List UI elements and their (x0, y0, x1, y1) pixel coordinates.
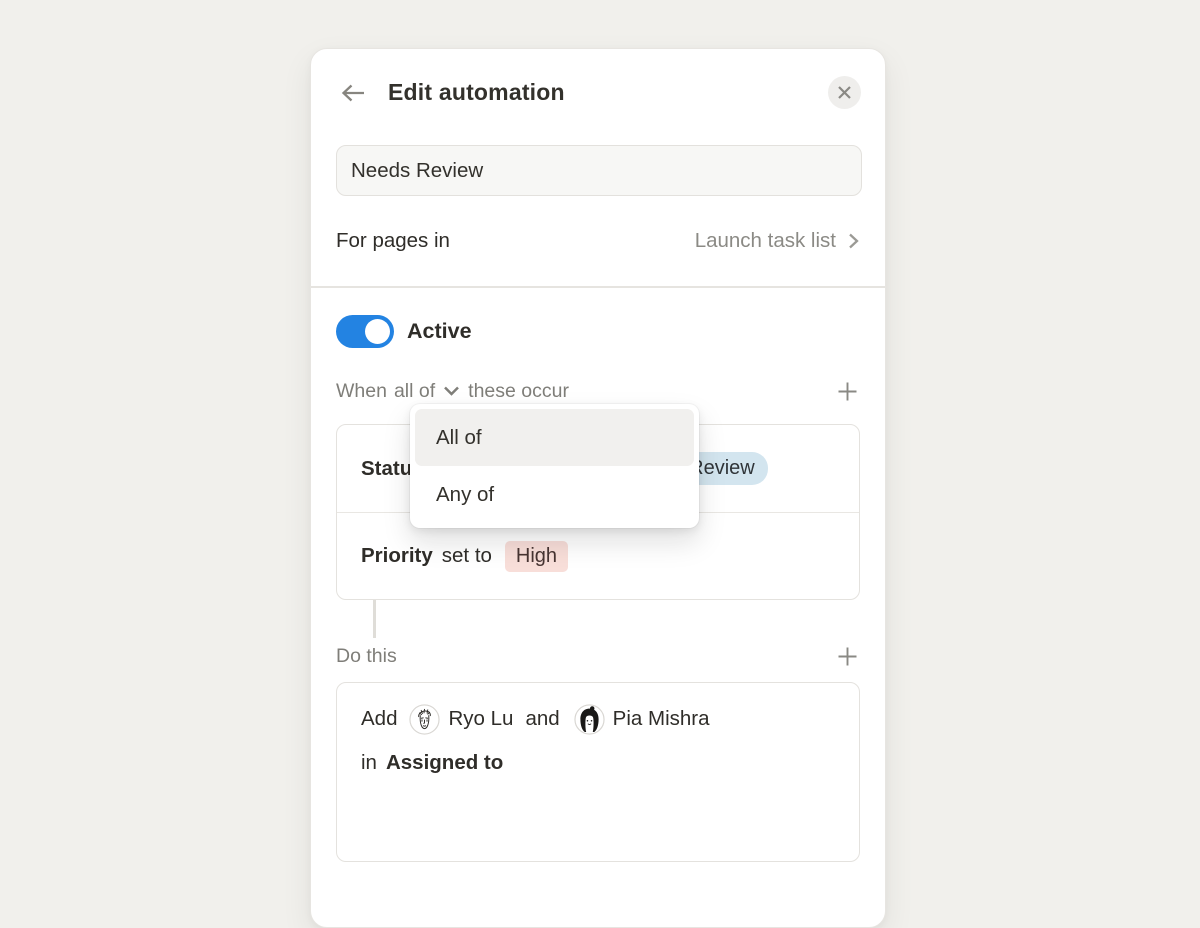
operator-value: all of (394, 380, 435, 403)
action-conjunction: and (525, 707, 559, 731)
page-title: Edit automation (388, 79, 565, 106)
action-verb: Add (361, 707, 397, 731)
active-toggle[interactable] (336, 315, 394, 348)
person-name: Ryo Lu (448, 707, 513, 731)
add-action-button[interactable] (835, 644, 860, 669)
edit-automation-dialog: Edit automation For pages in Launch task… (310, 48, 886, 928)
scope-value-text: Launch task list (695, 229, 836, 253)
priority-value-badge: High (505, 541, 568, 572)
dialog-header: Edit automation (311, 49, 885, 109)
section-divider (311, 286, 885, 288)
action-target-property: Assigned to (386, 751, 503, 775)
back-button[interactable] (339, 81, 367, 105)
plus-icon (835, 644, 860, 669)
action-section-row: Do this (336, 638, 860, 674)
automation-name-input[interactable] (336, 145, 862, 196)
operator-selector[interactable]: all of (394, 380, 461, 403)
condition-property: Priority (361, 544, 433, 568)
close-icon (836, 84, 853, 101)
ryo-lu-avatar (409, 704, 440, 735)
conditions-card: Status set to Needs Review Priority set … (336, 424, 860, 600)
active-label: Active (407, 319, 472, 344)
add-trigger-button[interactable] (835, 379, 860, 404)
pia-mishra-avatar (574, 704, 605, 735)
action-preposition: in (361, 751, 377, 775)
action-line-1: Add (361, 697, 835, 741)
menu-item-any-of[interactable]: Any of (415, 466, 694, 523)
menu-item-all-of[interactable]: All of (415, 409, 694, 466)
trigger-prefix: When (336, 380, 387, 403)
scope-label: For pages in (336, 229, 450, 253)
flow-connector-line (373, 600, 376, 638)
close-button[interactable] (828, 76, 861, 109)
active-row: Active (336, 315, 860, 348)
trigger-suffix: these occur (468, 380, 569, 403)
action-card[interactable]: Add (336, 682, 860, 862)
condition-verb: set to (442, 544, 492, 568)
arrow-left-icon (339, 81, 367, 105)
chevron-down-icon (442, 384, 461, 398)
action-line-2: in Assigned to (361, 741, 835, 785)
chevron-right-icon (847, 231, 860, 251)
scope-row[interactable]: For pages in Launch task list (336, 196, 860, 286)
operator-dropdown-menu: All of Any of (410, 404, 699, 528)
toggle-knob (365, 319, 390, 344)
scope-value: Launch task list (695, 229, 860, 253)
do-this-label: Do this (336, 645, 397, 668)
person-name: Pia Mishra (613, 707, 710, 731)
plus-icon (835, 379, 860, 404)
